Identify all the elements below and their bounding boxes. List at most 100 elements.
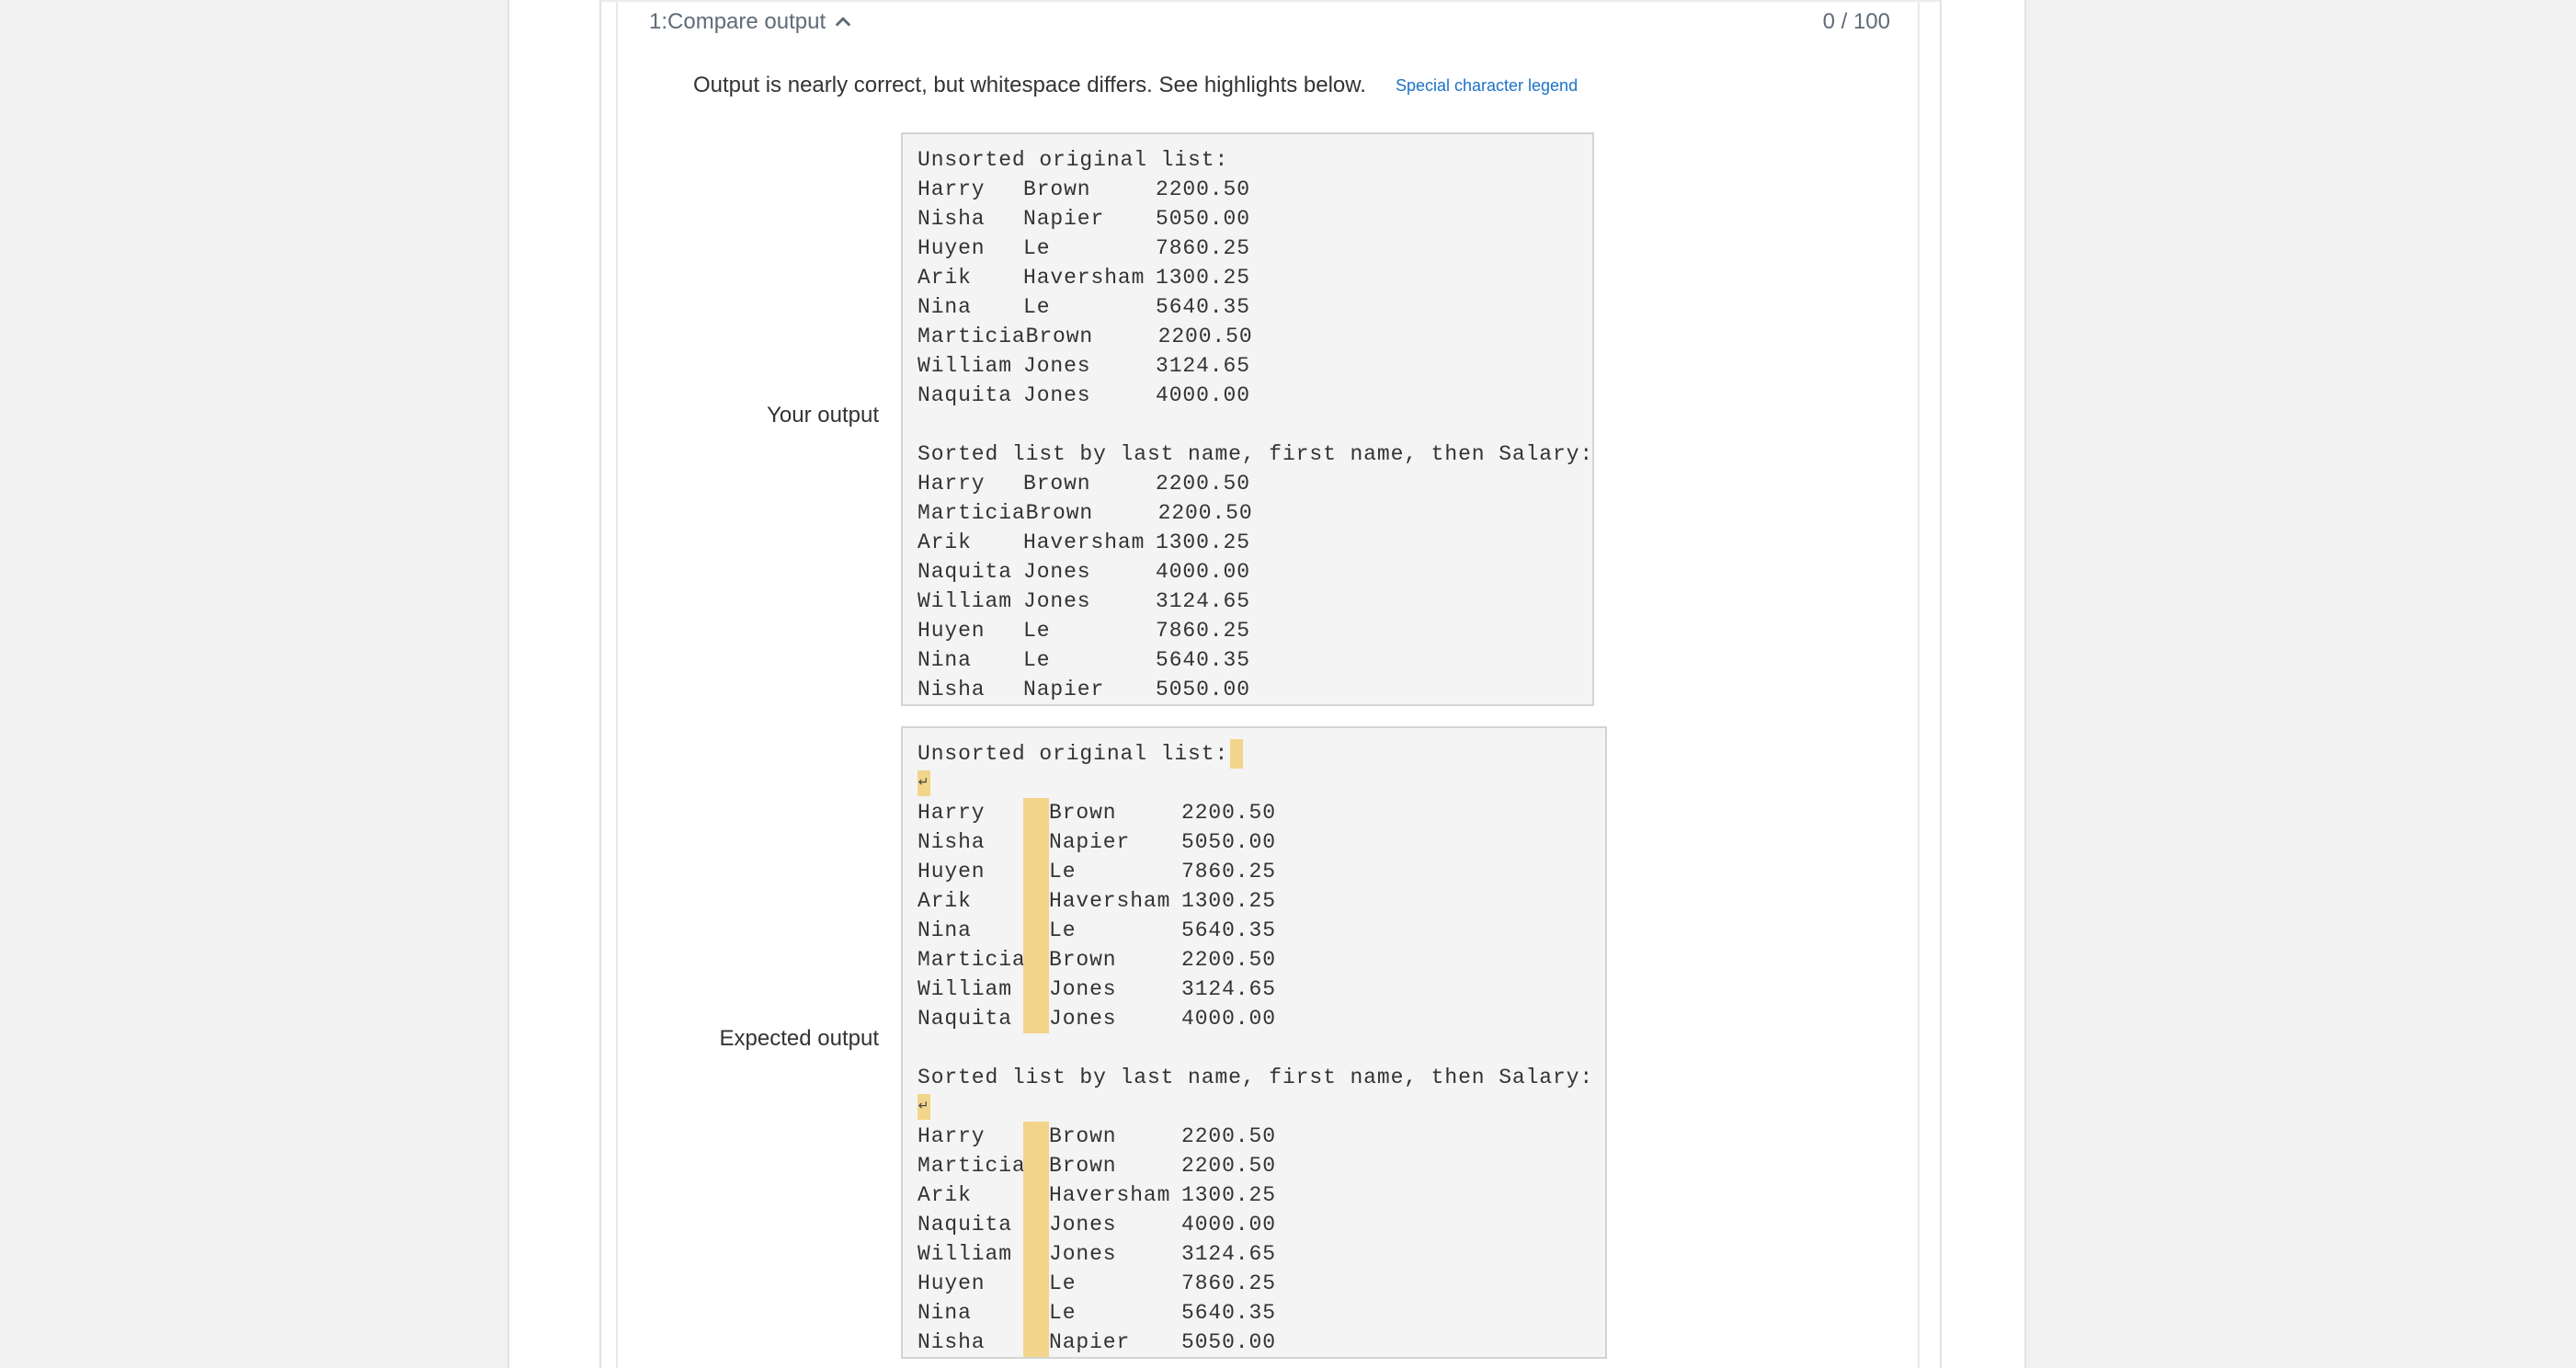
last-name: Brown — [1023, 177, 1091, 201]
first-name: Marticia — [918, 948, 1026, 972]
sorted-heading: Sorted list by last name, first name, th… — [918, 1063, 1594, 1092]
last-name: Le — [1049, 860, 1077, 884]
first-name: Nina — [918, 295, 972, 319]
sorted-row: Marticia Brown 2200.50 — [918, 1151, 1590, 1180]
salary: 5640.35 — [1181, 918, 1276, 942]
salary: 3124.65 — [1156, 354, 1250, 378]
salary: 4000.00 — [1156, 560, 1250, 584]
salary: 1300.25 — [1181, 889, 1276, 913]
salary: 5640.35 — [1181, 1301, 1276, 1325]
last-name: Haversham — [1023, 530, 1146, 554]
trailing-space-highlight — [1230, 739, 1244, 769]
first-name: Marticia — [918, 1154, 1026, 1178]
salary: 4000.00 — [1181, 1007, 1276, 1031]
last-name: Jones — [1049, 977, 1117, 1001]
first-name: William — [918, 1242, 1012, 1266]
last-name: Haversham — [1023, 266, 1146, 290]
salary: 2200.50 — [1181, 1154, 1276, 1178]
unsorted-row: Nina Le 5640.35 — [918, 916, 1590, 945]
unsorted-row: Harry Brown 2200.50 — [918, 798, 1590, 827]
test-title: 1:Compare output — [649, 9, 826, 34]
salary: 7860.25 — [1156, 619, 1250, 643]
expected-output-label: Expected output — [719, 1026, 879, 1051]
sorted-row: Arik Haversham 1300.25 — [918, 528, 1578, 557]
sorted-heading: Sorted list by last name, first name, th… — [918, 442, 1594, 466]
unsorted-row: Nina Le 5640.35 — [918, 292, 1578, 322]
whitespace-highlight — [1023, 1298, 1049, 1328]
sorted-heading-text: Sorted list by last name, first name, th… — [918, 1066, 1594, 1089]
whitespace-highlight — [1023, 1122, 1049, 1151]
last-name: Brown — [1049, 1154, 1117, 1178]
salary: 1300.25 — [1156, 530, 1250, 554]
salary: 2200.50 — [1157, 501, 1253, 525]
feedback-row: Output is nearly correct, but whitespace… — [693, 68, 1578, 103]
salary: 5050.00 — [1156, 207, 1250, 231]
first-name: Huyen — [918, 1271, 986, 1295]
unsorted-row: William Jones 3124.65 — [918, 975, 1590, 1004]
last-name: Le — [1023, 619, 1051, 643]
whitespace-highlight — [1023, 886, 1049, 916]
first-name: Naquita — [918, 1213, 1012, 1237]
last-name: Jones — [1023, 383, 1091, 407]
whitespace-highlight — [1023, 1239, 1049, 1269]
first-name: Harry — [918, 472, 986, 496]
sorted-row: William Jones 3124.65 — [918, 1239, 1590, 1269]
first-name: William — [918, 589, 1012, 613]
whitespace-highlight — [1023, 857, 1049, 886]
test-score: 0 / 100 — [1822, 9, 1890, 34]
sorted-row: Huyen Le 7860.25 — [918, 616, 1578, 645]
first-name: Harry — [918, 1124, 986, 1148]
unsorted-row: Nisha Napier 5050.00 — [918, 827, 1590, 857]
salary: 4000.00 — [1181, 1213, 1276, 1237]
sorted-row: Arik Haversham 1300.25 — [918, 1180, 1590, 1210]
unsorted-heading: Unsorted original list: — [918, 739, 1590, 769]
whitespace-highlight — [1023, 1210, 1049, 1239]
first-name: Nina — [918, 1301, 972, 1325]
unsorted-row: Huyen Le 7860.25 — [918, 234, 1578, 263]
first-name: Arik — [918, 1183, 972, 1207]
last-name: Napier — [1023, 207, 1105, 231]
your-output-box: Unsorted original list: Harry Brown 2200.50… — [901, 132, 1594, 706]
last-name: Brown — [1023, 472, 1091, 496]
unsorted-heading-text: Unsorted original list: — [918, 742, 1229, 766]
compare-output-toggle[interactable]: 1:Compare output — [649, 9, 853, 35]
salary: 1300.25 — [1156, 266, 1250, 290]
last-name: Brown — [1049, 801, 1117, 825]
sorted-row: Nisha Napier 5050.00 — [918, 1328, 1590, 1357]
last-name: Brown — [1025, 501, 1094, 525]
salary: 5640.35 — [1156, 648, 1250, 672]
last-name: Haversham — [1049, 889, 1171, 913]
salary: 3124.65 — [1181, 1242, 1276, 1266]
sorted-row: Nisha Napier 5050.00 — [918, 675, 1578, 704]
salary: 2200.50 — [1181, 1124, 1276, 1148]
whitespace-highlight — [1023, 1004, 1049, 1033]
whitespace-highlight — [1023, 916, 1049, 945]
first-name: Arik — [918, 266, 972, 290]
unsorted-row: Marticia Brown 2200.50 — [918, 322, 1578, 351]
sorted-row: Nina Le 5640.35 — [918, 645, 1578, 675]
unsorted-row: Naquita Jones 4000.00 — [918, 381, 1578, 410]
unsorted-row: Arik Haversham 1300.25 — [918, 263, 1578, 292]
unsorted-row: Huyen Le 7860.25 — [918, 857, 1590, 886]
newline-line: ↵ — [918, 1092, 1590, 1122]
unsorted-row: Nisha Napier 5050.00 — [918, 204, 1578, 234]
salary: 7860.25 — [1181, 860, 1276, 884]
sorted-row: Harry Brown 2200.50 — [918, 1122, 1590, 1151]
whitespace-highlight — [1023, 1328, 1049, 1357]
test-header: 1:Compare output 0 / 100 — [649, 4, 1890, 40]
last-name: Le — [1049, 918, 1077, 942]
first-name: Nina — [918, 918, 972, 942]
last-name: Le — [1023, 236, 1051, 260]
salary: 3124.65 — [1181, 977, 1276, 1001]
last-name: Napier — [1049, 1330, 1131, 1354]
expected-output-box: Unsorted original list: ↵ Harry Brown 2200.5… — [901, 726, 1607, 1359]
first-name: Huyen — [918, 236, 986, 260]
last-name: Le — [1049, 1301, 1077, 1325]
first-name: Huyen — [918, 619, 986, 643]
salary: 3124.65 — [1156, 589, 1250, 613]
unsorted-row: Arik Haversham 1300.25 — [918, 886, 1590, 916]
whitespace-highlight — [1023, 1180, 1049, 1210]
special-character-legend-link[interactable]: Special character legend — [1396, 76, 1578, 96]
whitespace-highlight — [1023, 1151, 1049, 1180]
